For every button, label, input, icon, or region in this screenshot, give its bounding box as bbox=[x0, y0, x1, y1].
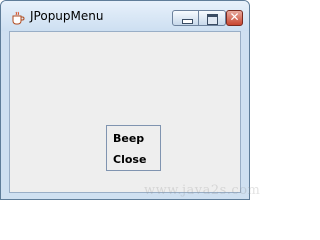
java-cup-icon[interactable] bbox=[11, 10, 25, 25]
menu-item-beep[interactable]: Beep bbox=[113, 132, 144, 145]
application-window: JPopupMenu ✕ Beep Close www.java2s.com bbox=[0, 0, 260, 200]
content-pane[interactable]: Beep Close www.java2s.com bbox=[9, 31, 260, 198]
menu-item-close[interactable]: Close bbox=[113, 153, 146, 166]
minimize-button[interactable] bbox=[172, 10, 199, 26]
close-button[interactable]: ✕ bbox=[226, 10, 243, 26]
maximize-button[interactable] bbox=[199, 10, 226, 26]
window-title: JPopupMenu bbox=[30, 9, 104, 23]
close-icon: ✕ bbox=[229, 10, 240, 24]
watermark: www.java2s.com bbox=[144, 183, 261, 198]
minimize-icon bbox=[182, 19, 193, 24]
title-bar[interactable]: JPopupMenu ✕ bbox=[1, 1, 249, 31]
popup-menu: Beep Close bbox=[106, 125, 161, 171]
maximize-icon bbox=[207, 14, 218, 25]
